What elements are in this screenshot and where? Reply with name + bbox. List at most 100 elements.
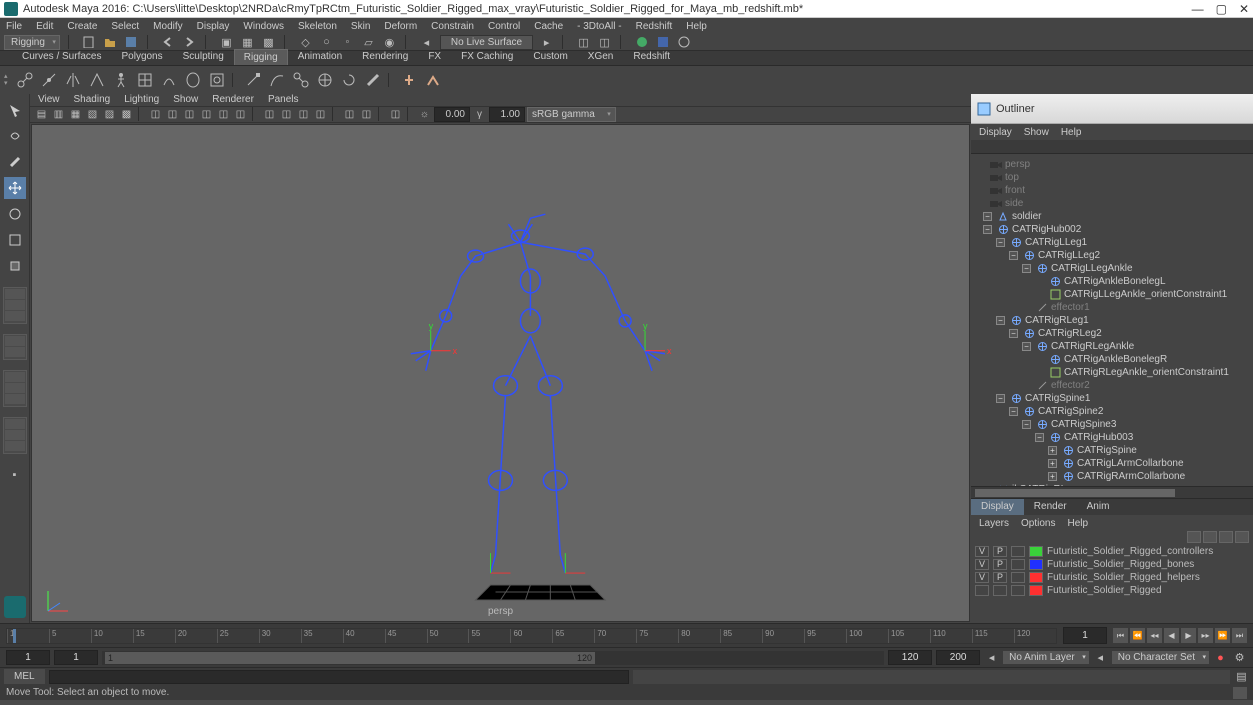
panel-menu-shading[interactable]: Shading (74, 94, 111, 105)
paint-tool-icon[interactable] (4, 151, 26, 173)
expand-icon[interactable]: − (996, 238, 1005, 247)
paint-weights-icon[interactable] (362, 69, 384, 91)
command-input[interactable] (49, 670, 629, 684)
go-end-icon[interactable]: ⏭ (1232, 628, 1247, 643)
menu-redshift[interactable]: Redshift (634, 20, 675, 33)
outliner-node[interactable]: −CATRigRLeg2 (973, 327, 1251, 340)
constraint-point-icon[interactable] (314, 69, 336, 91)
expand-icon[interactable]: − (1035, 433, 1044, 442)
range-sep-icon[interactable]: ◂ (1093, 650, 1108, 665)
range-lock-icon[interactable]: ◂ (984, 650, 999, 665)
layer-tab-render[interactable]: Render (1024, 499, 1077, 515)
humanik-icon[interactable] (110, 69, 132, 91)
cluster-icon[interactable] (158, 69, 180, 91)
range-track[interactable]: 1120 (102, 651, 884, 665)
expand-icon[interactable]: − (996, 316, 1005, 325)
lasso-tool-icon[interactable] (4, 125, 26, 147)
autokey-icon[interactable]: ● (1213, 650, 1228, 665)
vp-wireframe-icon[interactable]: ◫ (182, 107, 197, 122)
outliner-tree[interactable]: persptopfrontside−soldier−CATRigHub002−C… (971, 154, 1253, 486)
menuset-dropdown[interactable]: Rigging (4, 35, 60, 50)
layer-btn3-icon[interactable] (1219, 531, 1233, 543)
outliner-node[interactable]: −CATRigRLegAnkle (973, 340, 1251, 353)
layer-playback-toggle[interactable]: P (993, 546, 1007, 557)
panel-menu-show[interactable]: Show (173, 94, 198, 105)
layer-vis-toggle[interactable]: V (975, 559, 989, 570)
panel-menu-view[interactable]: View (38, 94, 60, 105)
layer-color-swatch[interactable] (1029, 546, 1043, 557)
script-lang-button[interactable]: MEL (4, 669, 45, 684)
display-layer-row[interactable]: VPFuturistic_Soldier_Rigged_controllers (971, 545, 1253, 558)
menu-help[interactable]: Help (684, 20, 709, 33)
vp-light-icon[interactable]: ◫ (233, 107, 248, 122)
shelf-tab-xgen[interactable]: XGen (578, 48, 624, 65)
select-mode3-icon[interactable]: ▩ (261, 35, 276, 50)
layer-type-toggle[interactable] (1011, 559, 1025, 570)
layer-playback-toggle[interactable] (993, 585, 1007, 596)
script-editor-icon[interactable]: ▤ (1234, 669, 1249, 684)
lattice-icon[interactable] (134, 69, 156, 91)
vp-resolution-icon[interactable]: ◫ (148, 107, 163, 122)
scale-tool-icon[interactable] (4, 229, 26, 251)
shelf-tab-rigging[interactable]: Rigging (234, 49, 288, 65)
character-set-dropdown[interactable]: No Character Set (1112, 651, 1209, 664)
vp-isolate-icon[interactable]: ◫ (388, 107, 403, 122)
select-mode2-icon[interactable]: ▦ (240, 35, 255, 50)
layer-playback-toggle[interactable]: P (993, 572, 1007, 583)
outliner-node[interactable]: −CATRigRLeg1 (973, 314, 1251, 327)
menu-modify[interactable]: Modify (151, 20, 184, 33)
layer-color-swatch[interactable] (1029, 585, 1043, 596)
layer-type-toggle[interactable] (1011, 585, 1025, 596)
expand-icon[interactable]: − (983, 225, 992, 234)
layer-type-toggle[interactable] (1011, 546, 1025, 557)
play-fwd-icon[interactable]: ▶ (1181, 628, 1196, 643)
expand-icon[interactable]: − (1009, 407, 1018, 416)
vp-2d-icon[interactable]: ▧ (85, 107, 100, 122)
prev-key-icon[interactable]: ◂◂ (1147, 628, 1162, 643)
vp-img-plane-icon[interactable]: ▦ (68, 107, 83, 122)
outliner-node[interactable]: +CATRigRArmCollarbone (973, 470, 1251, 483)
window-close-icon[interactable]: ✕ (1239, 2, 1249, 16)
outliner-menu-show[interactable]: Show (1024, 127, 1049, 138)
panel-menu-lighting[interactable]: Lighting (124, 94, 159, 105)
outliner-node[interactable]: −CATRigLLeg2 (973, 249, 1251, 262)
outliner-node[interactable]: CATRigLLegAnkle_orientConstraint1 (973, 288, 1251, 301)
go-start-icon[interactable]: ⏮ (1113, 628, 1128, 643)
shelf-tab-polygons[interactable]: Polygons (111, 48, 172, 65)
ikhandle-icon[interactable] (242, 69, 264, 91)
play-back-icon[interactable]: ◀ (1164, 628, 1179, 643)
insert-joint-icon[interactable] (38, 69, 60, 91)
display-layer-row[interactable]: Futuristic_Soldier_Rigged (971, 584, 1253, 597)
expand-icon[interactable]: − (1022, 420, 1031, 429)
skin-icon[interactable] (182, 69, 204, 91)
vp-filmgate-icon[interactable]: ▩ (119, 107, 134, 122)
select-tool-icon[interactable] (4, 99, 26, 121)
shelf-nav-arrows[interactable]: ▴▾ (4, 73, 8, 87)
outliner-node[interactable]: +CATRigSpine (973, 444, 1251, 457)
last-tool-icon[interactable] (4, 255, 26, 277)
vp-exposure-icon[interactable]: ☼ (417, 107, 432, 122)
range-thumb[interactable]: 1120 (105, 652, 595, 664)
ikspline-icon[interactable] (266, 69, 288, 91)
shelf-tab-curves-surfaces[interactable]: Curves / Surfaces (12, 48, 111, 65)
vp-texture-icon[interactable]: ◫ (216, 107, 231, 122)
pose-icon[interactable] (422, 69, 444, 91)
layer-btn4-icon[interactable] (1235, 531, 1249, 543)
constraint-orient-icon[interactable] (338, 69, 360, 91)
vp-motion-icon[interactable]: ◫ (296, 107, 311, 122)
layer-type-toggle[interactable] (1011, 572, 1025, 583)
shelf-tab-redshift[interactable]: Redshift (623, 48, 680, 65)
shelf-tab-animation[interactable]: Animation (288, 48, 352, 65)
skin-bind-icon[interactable] (206, 69, 228, 91)
shelf-tab-sculpting[interactable]: Sculpting (173, 48, 234, 65)
shelf-tab-rendering[interactable]: Rendering (352, 48, 418, 65)
layer-playback-toggle[interactable]: P (993, 559, 1007, 570)
menu-cache[interactable]: Cache (532, 20, 565, 33)
time-slider-track[interactable]: 1510152025303540455055606570758085909510… (6, 628, 1057, 644)
outliner-cam-persp[interactable]: persp (973, 158, 1251, 171)
vp-xray-joint-icon[interactable]: ◫ (359, 107, 374, 122)
shelf-tab-custom[interactable]: Custom (523, 48, 577, 65)
vp-grid-icon[interactable]: ▨ (102, 107, 117, 122)
play-end-field[interactable]: 120 (888, 650, 932, 665)
outliner-node[interactable]: −CATRigSpine2 (973, 405, 1251, 418)
